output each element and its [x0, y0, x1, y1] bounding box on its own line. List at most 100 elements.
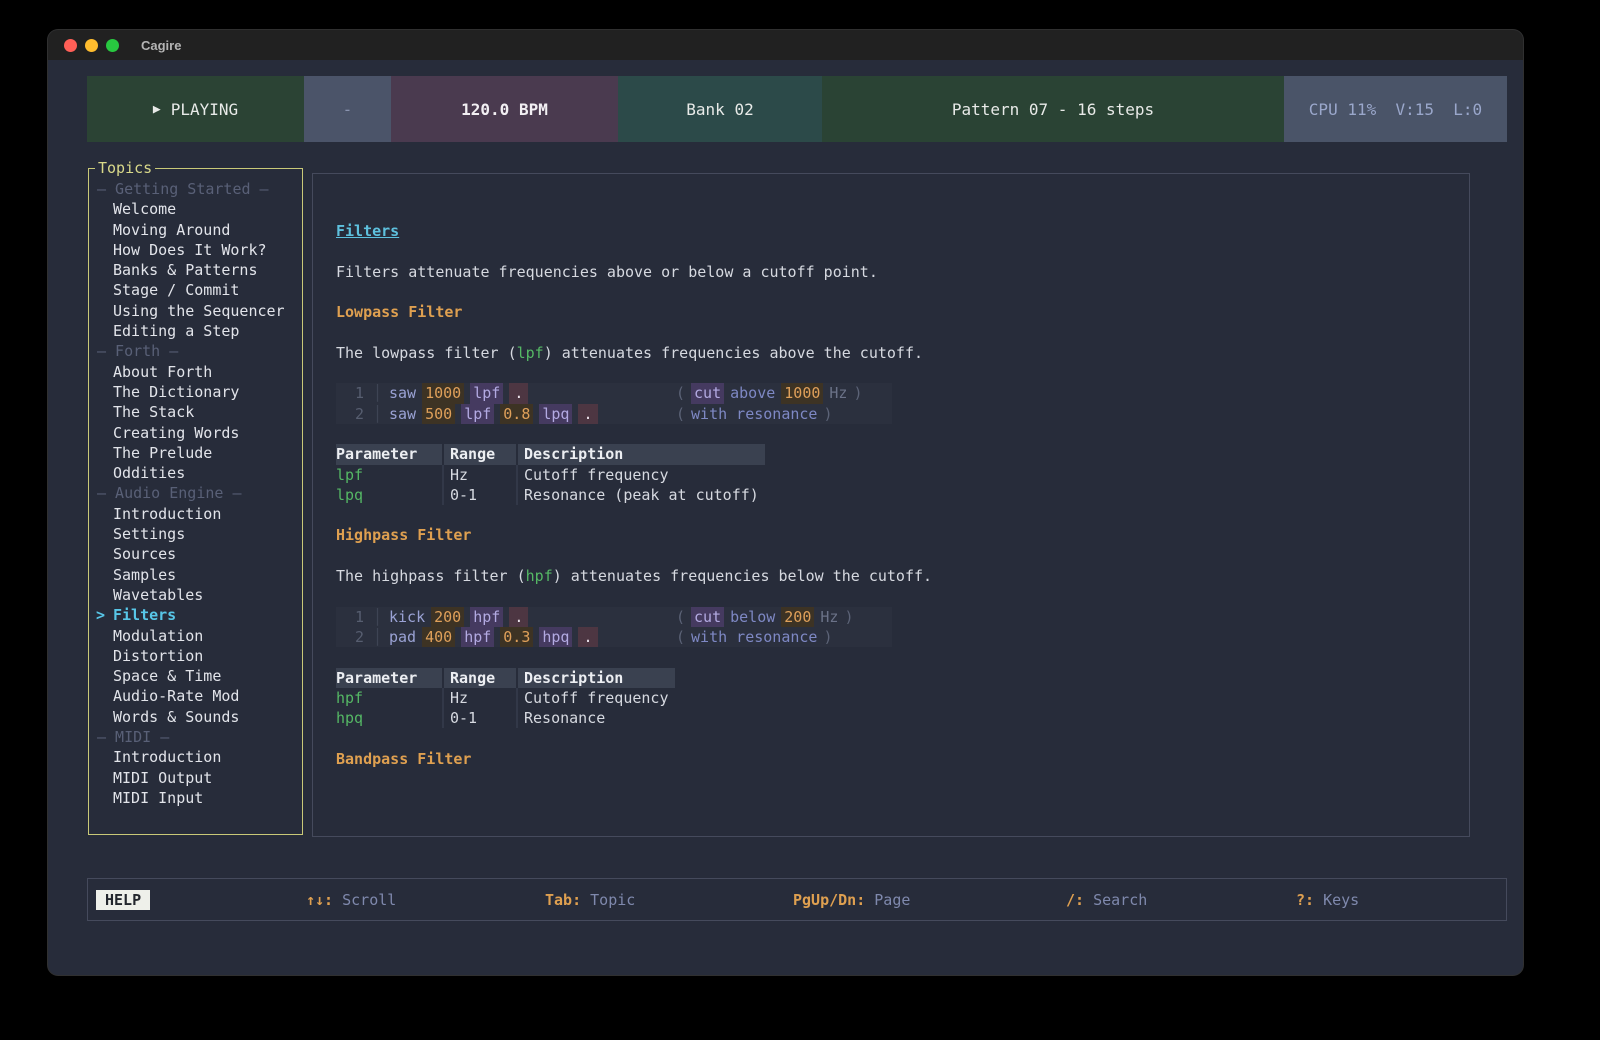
- sidebar-item-label: MIDI Input: [113, 789, 203, 807]
- sidebar-item[interactable]: Space & Time: [89, 666, 302, 686]
- lowpass-code-block: 1 │ saw1000lpf. (cutabove1000Hz) 2 │ saw…: [336, 383, 892, 424]
- comment-token: below: [730, 607, 775, 627]
- sidebar-item[interactable]: Using the Sequencer: [89, 301, 302, 321]
- comment-token: (: [676, 404, 685, 424]
- code-token: kick: [389, 607, 425, 627]
- code-token: .: [509, 383, 528, 403]
- sidebar-item-label: Distortion: [113, 647, 203, 665]
- sidebar-item-label: Oddities: [113, 464, 185, 482]
- gutter-divider: │: [373, 404, 382, 424]
- sidebar-item[interactable]: Sources: [89, 544, 302, 564]
- play-icon: ▶: [153, 102, 161, 117]
- sidebar-item[interactable]: About Forth: [89, 362, 302, 382]
- comment-token: (: [676, 607, 685, 627]
- sidebar-item[interactable]: Words & Sounds: [89, 707, 302, 727]
- shortcut-key: PgUp/Dn:: [793, 891, 865, 909]
- sidebar-item-label: How Does It Work?: [113, 241, 267, 259]
- sidebar-item-label: MIDI Output: [113, 769, 212, 787]
- minimize-button-icon[interactable]: [85, 39, 98, 52]
- help-footer-bar: HELP ↑↓: Scroll Tab: Topic PgUp/Dn: Page…: [87, 878, 1507, 921]
- table-row: lpf Hz Cutoff frequency: [336, 465, 765, 485]
- sidebar-item[interactable]: MIDI Input: [89, 788, 302, 808]
- column-header: Parameter: [336, 444, 442, 464]
- sidebar-item[interactable]: Audio-Rate Mod: [89, 686, 302, 706]
- sidebar-item[interactable]: The Stack: [89, 402, 302, 422]
- sidebar-item-label: Wavetables: [113, 586, 203, 604]
- sidebar-item[interactable]: Creating Words: [89, 423, 302, 443]
- sidebar-item-label: – Audio Engine –: [97, 484, 242, 502]
- sidebar-item-label: Welcome: [113, 200, 176, 218]
- sidebar-item[interactable]: Wavetables: [89, 585, 302, 605]
- table-row: lpq 0-1 Resonance (peak at cutoff): [336, 485, 765, 505]
- sidebar-item[interactable]: MIDI Output: [89, 768, 302, 788]
- sidebar-item[interactable]: Distortion: [89, 646, 302, 666]
- code-token: hpf: [470, 607, 503, 627]
- sidebar-item-label: Using the Sequencer: [113, 302, 285, 320]
- sidebar-item-label: Banks & Patterns: [113, 261, 258, 279]
- footer-shortcut[interactable]: ↑↓: Scroll: [306, 891, 396, 909]
- sidebar-item-label: About Forth: [113, 363, 212, 381]
- shortcut-key: ?:: [1296, 891, 1314, 909]
- comment-token: ): [844, 607, 853, 627]
- sidebar-item[interactable]: – Audio Engine –: [89, 483, 302, 503]
- sidebar-item[interactable]: Settings: [89, 524, 302, 544]
- comment-token: with resonance: [691, 404, 817, 424]
- sidebar-item-label: The Prelude: [113, 444, 212, 462]
- sidebar-item[interactable]: Modulation: [89, 626, 302, 646]
- pattern-indicator[interactable]: Pattern 07 - 16 steps: [822, 76, 1284, 142]
- sidebar-item[interactable]: How Does It Work?: [89, 240, 302, 260]
- sidebar-item[interactable]: Oddities: [89, 463, 302, 483]
- gutter-divider: │: [373, 383, 382, 403]
- line-number: 2: [336, 627, 364, 647]
- code-token: .: [578, 404, 597, 424]
- shortcut-key: ↑↓:: [306, 891, 333, 909]
- transport-status[interactable]: ▶PLAYING: [87, 76, 304, 142]
- bpm-indicator[interactable]: 120.0 BPM: [391, 76, 618, 142]
- help-content-panel[interactable]: Filters Filters attenuate frequencies ab…: [312, 173, 1470, 837]
- sidebar-item[interactable]: – Forth –: [89, 341, 302, 361]
- sidebar-item[interactable]: The Dictionary: [89, 382, 302, 402]
- selected-arrow-icon: >: [96, 605, 105, 625]
- sidebar-item[interactable]: Stage / Commit: [89, 280, 302, 300]
- line-number: 2: [336, 404, 364, 424]
- sidebar-item[interactable]: >Filters: [89, 605, 302, 625]
- footer-shortcut[interactable]: PgUp/Dn: Page: [793, 891, 910, 909]
- footer-shortcut[interactable]: /: Search: [1066, 891, 1147, 909]
- table-header-row: Parameter Range Description: [336, 444, 765, 464]
- sidebar-item-label: Settings: [113, 525, 185, 543]
- footer-shortcut[interactable]: Tab: Topic: [545, 891, 635, 909]
- bandpass-heading: Bandpass Filter: [336, 749, 1469, 769]
- code-token: lpq: [539, 404, 572, 424]
- sidebar-item-label: Space & Time: [113, 667, 221, 685]
- comment-token: (: [676, 383, 685, 403]
- maximize-button-icon[interactable]: [106, 39, 119, 52]
- sidebar-item-label: Modulation: [113, 627, 203, 645]
- code-token: lpf: [470, 383, 503, 403]
- line-number: 1: [336, 383, 364, 403]
- code-line: 1 │ kick200hpf. (cutbelow200Hz): [336, 607, 892, 627]
- sidebar-item[interactable]: – MIDI –: [89, 727, 302, 747]
- sidebar-item[interactable]: The Prelude: [89, 443, 302, 463]
- close-button-icon[interactable]: [64, 39, 77, 52]
- sidebar-item[interactable]: Editing a Step: [89, 321, 302, 341]
- comment-token: Hz: [820, 607, 838, 627]
- comment-token: with resonance: [691, 627, 817, 647]
- sidebar-item[interactable]: Welcome: [89, 199, 302, 219]
- comment-token: 1000: [781, 383, 823, 403]
- sidebar-item[interactable]: Samples: [89, 565, 302, 585]
- lowpass-param-table: Parameter Range Description lpf Hz Cutof…: [336, 444, 765, 505]
- comment-token: above: [730, 383, 775, 403]
- sidebar-item[interactable]: – Getting Started –: [89, 179, 302, 199]
- comment-token: (: [676, 627, 685, 647]
- bank-indicator[interactable]: Bank 02: [618, 76, 822, 142]
- sidebar-item-label: Moving Around: [113, 221, 230, 239]
- sidebar-item[interactable]: Banks & Patterns: [89, 260, 302, 280]
- footer-shortcut[interactable]: ?: Keys: [1296, 891, 1359, 909]
- code-comment: (cutbelow200Hz): [676, 607, 853, 627]
- sidebar-item[interactable]: Moving Around: [89, 220, 302, 240]
- sidebar-item[interactable]: Introduction: [89, 504, 302, 524]
- sidebar-item[interactable]: Introduction: [89, 747, 302, 767]
- topics-panel: Topics – Getting Started – Welcome Movin…: [88, 168, 303, 835]
- comment-token: 200: [781, 607, 814, 627]
- window-title: Cagire: [141, 38, 181, 53]
